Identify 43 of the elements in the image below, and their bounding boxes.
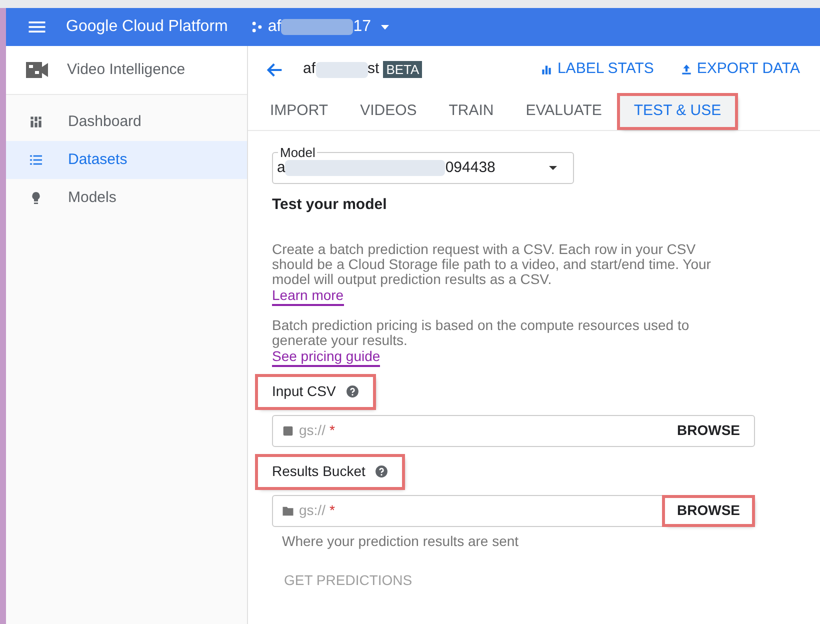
- help-icon: [346, 385, 359, 398]
- input-field[interactable]: gs:// * BROWSE: [272, 414, 755, 446]
- sidebar-item[interactable]: Dashboard: [6, 103, 247, 141]
- header-action-button[interactable]: LABEL STATS: [540, 58, 654, 81]
- pricing-text: Batch prediction pricing is based on the compute resources used to generate your results.: [272, 318, 690, 348]
- input-field[interactable]: gs:// * BROWSE: [272, 494, 755, 526]
- file-icon: [281, 424, 295, 438]
- pricing-link[interactable]: See pricing guide: [272, 348, 380, 366]
- project-name: af: [268, 17, 282, 37]
- tab[interactable]: IMPORT: [256, 96, 342, 127]
- tab[interactable]: EVALUATE: [512, 96, 616, 127]
- field-hint: Where your prediction results are sent: [282, 532, 520, 551]
- tab[interactable]: TEST & USE: [620, 96, 736, 127]
- project-dots-icon: [250, 20, 264, 34]
- sidebar-item[interactable]: Datasets: [6, 141, 247, 179]
- model-name: 094438: [445, 158, 496, 178]
- required-mark: *: [329, 501, 335, 520]
- field-label-text: Results Bucket: [272, 462, 366, 481]
- dashboard-icon: [28, 114, 44, 130]
- model-name: a: [277, 158, 286, 178]
- field-placeholder: gs://: [299, 501, 326, 520]
- section-heading: Test your model: [272, 195, 388, 215]
- dataset-name: af: [303, 59, 316, 80]
- model-label: Model: [278, 145, 318, 160]
- browse-button[interactable]: BROWSE: [665, 418, 752, 444]
- sidebar-item[interactable]: Models: [6, 179, 247, 217]
- redaction-blur: [316, 62, 368, 78]
- beta-badge: BETA: [383, 61, 422, 78]
- learn-more-link[interactable]: Learn more: [272, 286, 344, 306]
- header-action-button[interactable]: EXPORT DATA: [680, 58, 800, 81]
- bar-chart-icon: [540, 63, 554, 76]
- upload-icon: [680, 63, 693, 76]
- product-name: Google Cloud Platform: [66, 17, 228, 37]
- sidebar-title: Video Intelligence: [67, 60, 186, 80]
- dataset-name: st: [368, 59, 380, 80]
- tab[interactable]: TRAIN: [434, 96, 508, 127]
- field-placeholder: gs://: [299, 421, 326, 440]
- required-mark: *: [329, 421, 335, 440]
- description: Create a batch prediction request with a CSV. Each row in your CSV should be a Cloud Storage file path to a video, and start/end time. Your model will output prediction results as a CSV.: [272, 242, 712, 286]
- tab[interactable]: VIDEOS: [346, 96, 431, 127]
- help-icon: [375, 465, 388, 478]
- field-label-text: Input CSV: [272, 382, 336, 401]
- project-name: 17: [353, 17, 371, 37]
